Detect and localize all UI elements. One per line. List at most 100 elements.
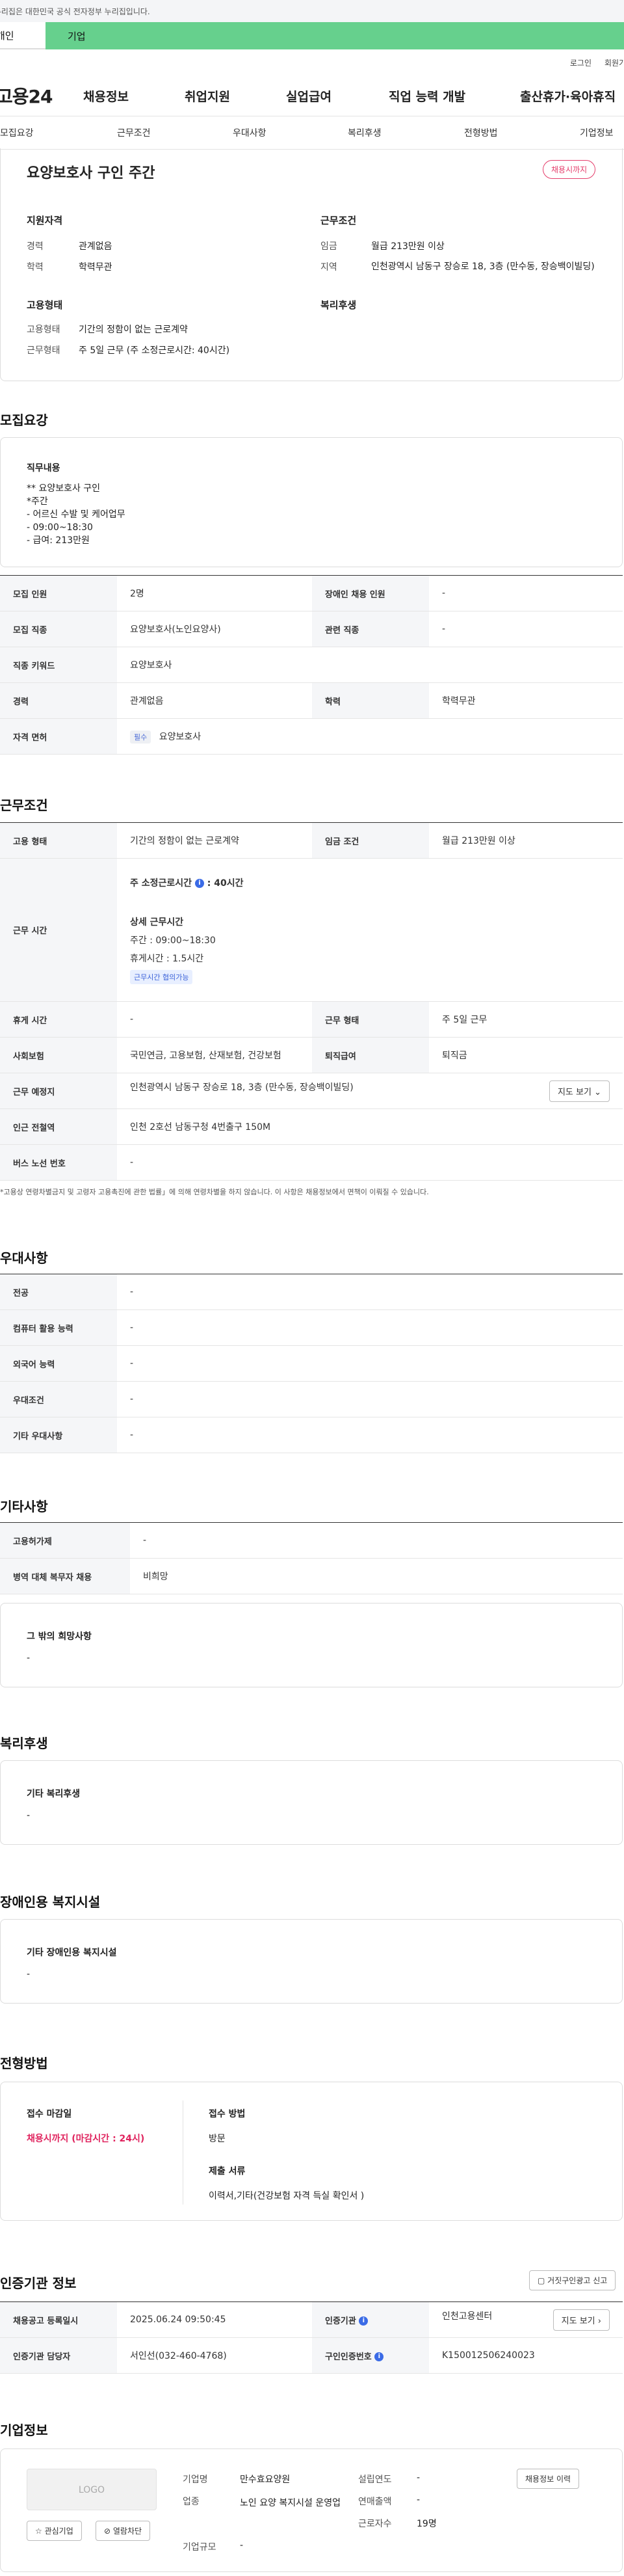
- education-value: 학력무관: [79, 262, 112, 273]
- tab-company[interactable]: 기업정보: [580, 126, 614, 139]
- company-size-label: 기업규모: [183, 2542, 216, 2553]
- etc-heading: 기타사항: [0, 1499, 48, 1514]
- table-row: 버스 노선 번호 -: [0, 1144, 623, 1181]
- job-content-heading: 직무내용: [27, 463, 60, 474]
- map-button[interactable]: 지도 보기 ⌄: [549, 1080, 610, 1102]
- top-links: 로그인 회원가입: [0, 49, 624, 75]
- work-heading: 근무조건: [0, 798, 48, 813]
- block-view-button[interactable]: ⊘ 열람차단: [96, 2521, 151, 2541]
- job-content-lines: ** 요양보호사 구인 *주간 - 어르신 수발 및 케어업무 - 09:00~…: [27, 483, 125, 546]
- table-row: 병역 대체 복무자 채용 비희망: [0, 1558, 623, 1594]
- job-summary-card: 요양보호사 구인 주간 채용시까지 지원자격 경력 관계없음 학력 학력무관 고…: [0, 148, 623, 381]
- tab-selection[interactable]: 전형방법: [464, 126, 498, 139]
- deadline-badge: 채용시까지: [543, 160, 596, 179]
- table-row: 직종 키워드 요양보호사: [0, 647, 623, 683]
- info-icon[interactable]: i: [374, 2352, 384, 2361]
- job-content-box: 직무내용 ** 요양보호사 구인 *주간 - 어르신 수발 및 케어업무 - 0…: [0, 437, 623, 567]
- deadline-heading: 접수 마감일: [27, 2109, 72, 2119]
- star-icon: ☆: [35, 2527, 42, 2536]
- gnb-parental-leave[interactable]: 출산휴가·육아휴직: [520, 87, 616, 105]
- region-value: 인천광역시 남동구 장승로 18, 3층 (만수동, 장승백이빌딩): [371, 262, 595, 272]
- recruit-heading: 모집요강: [0, 412, 48, 428]
- table-row: 인근 전철역 인천 2호선 남동구청 4번출구 150M: [0, 1108, 623, 1145]
- qualification-heading: 지원자격: [27, 215, 63, 226]
- agency-map-button[interactable]: 지도 보기 ›: [552, 2309, 610, 2331]
- table-row: 경력 관계없음 학력 학력무관: [0, 682, 623, 719]
- agency-table: 채용공고 등록일시 2025.06.24 09:50:45 인증기관 i 인천고…: [0, 2301, 623, 2374]
- employees-value: 19명: [417, 2519, 437, 2529]
- table-row: 휴게 시간 - 근무 형태 주 5일 근무: [0, 1001, 623, 1038]
- block-icon: ⊘: [104, 2527, 111, 2536]
- info-icon[interactable]: i: [194, 878, 204, 888]
- weekly-hours-label: 주 소정근로시간: [130, 878, 192, 889]
- company-box: LOGO ☆ 관심기업 ⊘ 열람차단 기업명 만수효요양원 업종 노인 요양 복…: [0, 2449, 623, 2572]
- welfare-box: 기타 복리후생 -: [0, 1760, 623, 1845]
- weekly-hours-value: 40시간: [214, 878, 244, 889]
- founded-value: -: [417, 2473, 421, 2483]
- gov-banner: 이 누리집은 대한민국 공식 전자정부 누리집입니다.: [0, 0, 624, 22]
- gnb-unemployment-benefit[interactable]: 실업급여: [286, 87, 332, 105]
- industry-value: 노인 요양 복지시설 운영업: [240, 2498, 341, 2508]
- selection-heading: 전형방법: [0, 2056, 48, 2071]
- career-value: 관계없음: [79, 241, 112, 252]
- revenue-value: -: [417, 2495, 421, 2505]
- welfare-section-heading: 복리후생: [0, 1736, 48, 1751]
- disability-box: 기타 장애인용 복지시설 -: [0, 1919, 623, 2004]
- document-icon: ▢: [538, 2276, 545, 2285]
- hiring-history-button[interactable]: 채용정보 이력: [517, 2469, 580, 2489]
- agency-heading: 인증기관 정보: [0, 2275, 77, 2291]
- welfare-box-heading: 기타 복리후생: [27, 1789, 81, 1799]
- required-tag: 필수: [130, 730, 151, 744]
- table-row: 고용 형태 기간의 정함이 없는 근로계약 임금 조건 월급 213만원 이상: [0, 822, 623, 859]
- table-row: 컴퓨터 활용 능력 -: [0, 1309, 623, 1346]
- table-row: 모집 인원 2명 장애인 채용 인원 -: [0, 575, 623, 611]
- tab-person[interactable]: 개인: [0, 22, 46, 49]
- disability-heading: 장애인용 복지시설: [0, 1894, 101, 1910]
- site-logo[interactable]: 고용24: [0, 83, 79, 109]
- disability-box-value: -: [27, 1969, 31, 1979]
- login-link[interactable]: 로그인: [570, 57, 592, 68]
- docs-heading: 제출 서류: [209, 2166, 246, 2177]
- welfare-heading: 복리후생: [320, 299, 357, 311]
- deadline-value: 채용시까지 (마감시간 : 24시): [27, 2134, 145, 2144]
- career-label: 경력: [27, 241, 44, 252]
- detail-day: 주간 : 09:00~18:30: [130, 935, 216, 946]
- tab-preferences[interactable]: 우대사항: [233, 126, 266, 139]
- favorite-company-button[interactable]: ☆ 관심기업: [27, 2521, 82, 2541]
- table-row: 근무 예정지 인천광역시 남동구 장승로 18, 3층 (만수동, 장승백이빌딩…: [0, 1073, 623, 1109]
- gnb-jobs[interactable]: 채용정보: [83, 87, 129, 105]
- welfare-box-value: -: [27, 1810, 31, 1821]
- report-fake-ad-button[interactable]: ▢ 거짓구인광고 신고: [529, 2270, 616, 2290]
- tab-welfare[interactable]: 복리후생: [348, 126, 382, 139]
- gnb-job-training[interactable]: 직업 능력 개발: [389, 87, 465, 105]
- table-row: 외국어 능력 -: [0, 1345, 623, 1382]
- selection-box: 접수 마감일 채용시까지 (마감시간 : 24시) 접수 방법 방문 제출 서류…: [0, 2082, 623, 2221]
- tab-business[interactable]: 기업: [46, 22, 624, 49]
- region-label: 지역: [320, 262, 337, 273]
- table-row: 자격 면허 필수 요양보호사: [0, 718, 623, 755]
- tab-conditions[interactable]: 근무조건: [117, 126, 151, 139]
- pref-table: 전공 - 컴퓨터 활용 능력 - 외국어 능력 - 우대조건 - 기타 우대사항 -: [0, 1274, 623, 1453]
- revenue-label: 연매출액: [358, 2497, 392, 2507]
- employees-label: 근로자수: [358, 2519, 392, 2529]
- table-row: 사회보험 국민연금, 고용보험, 산재보험, 건강보험 퇴직급여 퇴직금: [0, 1037, 623, 1073]
- work-type-label: 근무형태: [27, 345, 60, 356]
- info-icon[interactable]: i: [359, 2316, 369, 2326]
- global-nav: 고용24 채용정보 취업지원 실업급여 직업 능력 개발 출산휴가·육아휴직: [0, 75, 624, 116]
- recruit-table: 모집 인원 2명 장애인 채용 인원 - 모집 직종 요양보호사(노인요양사) …: [0, 575, 623, 755]
- tab-recruit[interactable]: 모집요강: [0, 126, 34, 139]
- user-type-tabs: 개인 기업: [0, 22, 624, 49]
- section-tabs: 모집요강 근무조건 우대사항 복리후생 전형방법 기업정보: [0, 116, 624, 150]
- chevron-right-icon: ›: [597, 2316, 601, 2326]
- gnb-employment-support[interactable]: 취업지원: [185, 87, 230, 105]
- work-place-value: 인천광역시 남동구 장승로 18, 3층 (만수동, 장승백이빌딩): [130, 1082, 354, 1093]
- conditions-heading: 근무조건: [320, 215, 357, 226]
- employment-heading: 고용형태: [27, 299, 63, 311]
- company-heading: 기업정보: [0, 2422, 48, 2438]
- table-row: 근무 시간 주 소정근로시간 i : 40시간 상세 근무시간 주간 : 09:…: [0, 858, 623, 1002]
- table-row: 인증기관 담당자 서인선(032-460-4768) 구인인증번호 i K150…: [0, 2337, 623, 2374]
- company-name-label: 기업명: [183, 2475, 208, 2485]
- work-table: 고용 형태 기간의 정함이 없는 근로계약 임금 조건 월급 213만원 이상 …: [0, 822, 623, 1181]
- signup-link[interactable]: 회원가입: [604, 57, 624, 68]
- method-heading: 접수 방법: [209, 2109, 246, 2119]
